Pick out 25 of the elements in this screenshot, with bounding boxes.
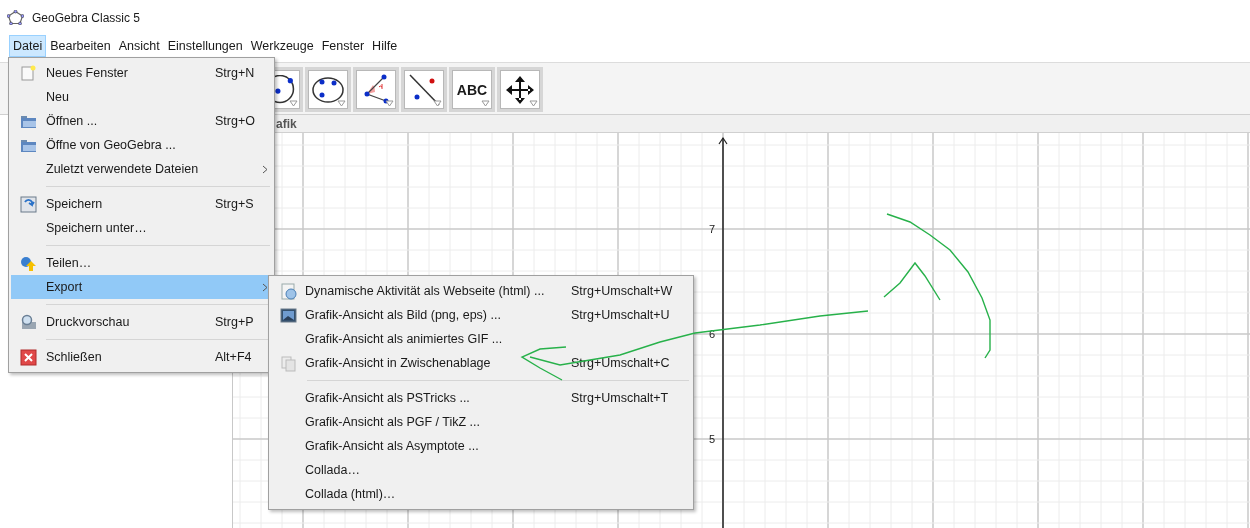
menu-item[interactable]: Grafik-Ansicht in Zwischenablage Strg+Umschalt+C	[271, 351, 691, 375]
menu-bar-item[interactable]: Datei	[9, 35, 47, 57]
menu-item[interactable]: Grafik-Ansicht als Asymptote ...	[271, 434, 691, 458]
menu-item[interactable]: Collada…	[271, 458, 691, 482]
menu-bar-item[interactable]: Bearbeiten	[46, 35, 115, 57]
menu-bar-item[interactable]: Werkzeuge	[246, 35, 318, 57]
axis-label: 5	[708, 433, 715, 445]
menu-item[interactable]: Dynamische Aktivität als Webseite (html) ... Strg+Umschalt+W	[271, 279, 691, 303]
menu-item[interactable]: Neu	[11, 85, 272, 109]
panel-title: afik	[276, 116, 297, 131]
text-tool-label: ABC	[456, 81, 488, 98]
menu-bar-item[interactable]: Einstellungen	[163, 35, 247, 57]
menu-item[interactable]: Neues Fenster Strg+N	[11, 61, 272, 85]
window-title: GeoGebra Classic 5	[32, 10, 141, 25]
menu-item[interactable]: Grafik-Ansicht als animiertes GIF ...	[271, 327, 691, 351]
axis-label: 7	[708, 223, 715, 235]
tool-button[interactable]: ABC	[449, 67, 495, 112]
menu-item[interactable]: Grafik-Ansicht als PSTricks ... Strg+Umschalt+T	[271, 386, 691, 410]
menu-bar-item[interactable]: Hilfe	[368, 35, 402, 57]
menu-item[interactable]: Collada (html)…	[271, 482, 691, 506]
menu-item[interactable]: Öffnen ... Strg+O	[11, 109, 272, 133]
menu-bar-item[interactable]: Fenster	[317, 35, 369, 57]
menu-item[interactable]: Grafik-Ansicht als PGF / TikZ ...	[271, 410, 691, 434]
menu-item[interactable]: Grafik-Ansicht als Bild (png, eps) ... Strg+Umschalt+U	[271, 303, 691, 327]
menu-bar-item[interactable]: Ansicht	[114, 35, 164, 57]
